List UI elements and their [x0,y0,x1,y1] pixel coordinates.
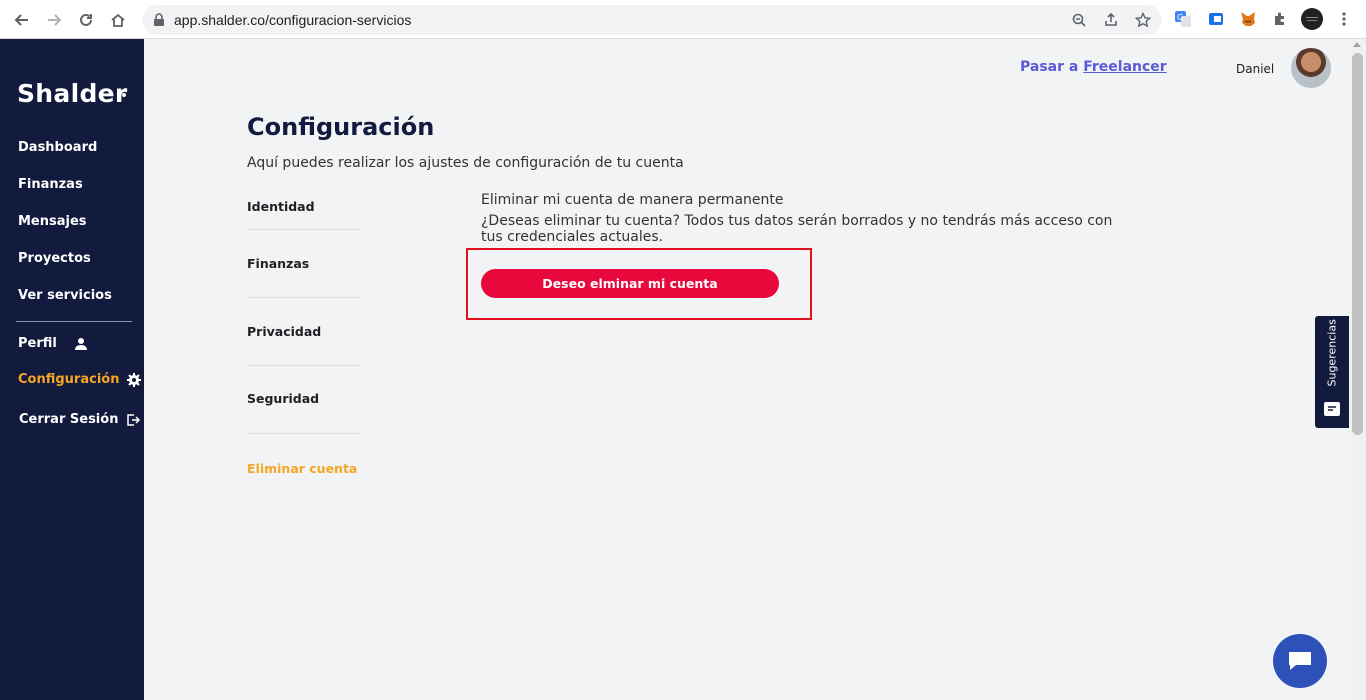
delete-section-title: Eliminar mi cuenta de manera permanente [481,192,784,208]
back-icon[interactable] [10,8,34,32]
switch-to-freelancer-link[interactable]: Pasar a Freelancer [1020,59,1167,75]
suggestions-label: Sugerencias [1325,319,1339,387]
shalder-logo[interactable]: Shalder [17,79,128,108]
zoom-icon[interactable] [1070,11,1088,29]
url-text: app.shalder.co/configuracion-servicios [174,12,412,28]
home-icon[interactable] [106,8,130,32]
sidebar-item-perfil[interactable]: Perfil [18,336,88,351]
kebab-menu-icon[interactable] [1334,9,1354,29]
scrollbar-thumb[interactable] [1352,53,1363,435]
feedback-icon [1324,402,1340,416]
sidebar-item-mensajes[interactable]: Mensajes [18,214,87,229]
scroll-up-arrow-icon[interactable] [1353,42,1361,47]
page-subtitle: Aquí puedes realizar los ajustes de conf… [247,155,684,171]
reload-icon[interactable] [74,8,98,32]
tab-eliminar-cuenta[interactable]: Eliminar cuenta [247,461,361,476]
lock-icon[interactable] [150,11,168,29]
delete-section-description: ¿Deseas eliminar tu cuenta? Todos tus da… [481,213,1113,245]
tab-privacidad[interactable]: Privacidad [247,324,361,339]
username: Daniel [1236,62,1275,76]
sidebar-item-label: Perfil [18,336,57,351]
user-icon [74,337,88,351]
forward-icon[interactable] [42,8,66,32]
page-title: Configuración [247,113,435,141]
tab-divider [247,365,361,366]
delete-account-button[interactable]: Deseo elminar mi cuenta [481,269,779,298]
switch-prefix: Pasar a [1020,59,1079,75]
chat-launcher[interactable] [1273,634,1327,688]
tab-divider [247,297,361,298]
suggestions-tab[interactable]: Sugerencias [1315,316,1349,428]
sidebar-item-finanzas[interactable]: Finanzas [18,177,83,192]
sidebar-item-cerrar-sesion[interactable]: Cerrar Sesión [19,412,141,427]
sidebar-item-configuracion[interactable]: Configuración [18,372,142,387]
svg-text:G: G [1177,13,1183,22]
extension-card-icon[interactable] [1206,9,1226,29]
metamask-fox-icon[interactable] [1238,9,1258,29]
browser-toolbar: app.shalder.co/configuracion-servicios G [0,0,1366,39]
puzzle-icon[interactable] [1270,9,1290,29]
star-icon[interactable] [1134,11,1152,29]
sidebar-item-label: Cerrar Sesión [19,412,119,427]
address-bar[interactable]: app.shalder.co/configuracion-servicios [142,5,1162,35]
sidebar-item-dashboard[interactable]: Dashboard [18,140,97,155]
sidebar-item-ver-servicios[interactable]: Ver servicios [18,288,112,303]
tab-seguridad[interactable]: Seguridad [247,391,361,406]
sidebar: Shalder Dashboard Finanzas Mensajes Proy… [0,39,144,700]
translate-icon[interactable]: G [1173,9,1193,29]
freelancer-link[interactable]: Freelancer [1083,59,1166,75]
logout-icon [126,413,141,427]
chat-bubble-icon [1287,650,1313,672]
gear-icon [127,372,142,387]
tab-identidad[interactable]: Identidad [247,199,361,214]
tab-finanzas[interactable]: Finanzas [247,256,361,271]
tab-divider [247,433,361,434]
avatar[interactable] [1291,48,1331,88]
share-icon[interactable] [1102,11,1120,29]
sidebar-divider [16,321,132,322]
tab-divider [247,229,361,230]
sidebar-item-proyectos[interactable]: Proyectos [18,251,91,266]
sidebar-item-label: Configuración [18,372,120,387]
logo-dot [122,93,126,97]
scrollbar[interactable] [1349,39,1366,700]
profile-icon[interactable] [1301,8,1323,30]
